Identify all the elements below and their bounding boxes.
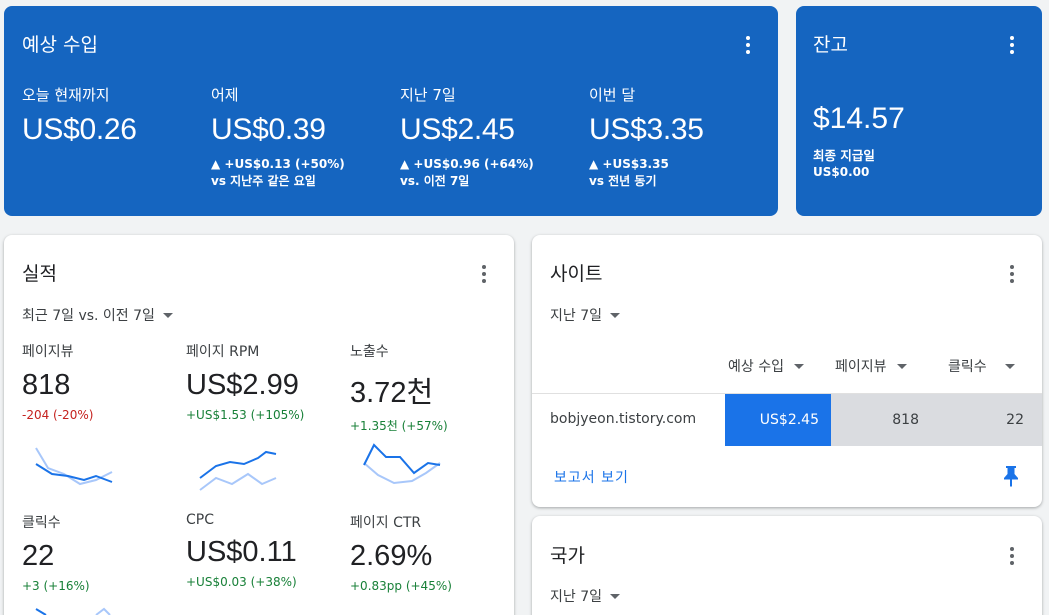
balance-card: 잔고 $14.57 최종 지급일 US$0.00 — [796, 6, 1042, 216]
chevron-down-icon — [610, 593, 620, 599]
sort-caret-icon — [793, 363, 804, 369]
current-period-line — [35, 608, 47, 615]
chevron-down-icon — [610, 312, 620, 318]
metric-delta: +US$1.53 (+105%) — [186, 408, 305, 422]
earnings-yesterday-value: US$0.39 — [211, 113, 326, 146]
metric-label: 페이지뷰 — [22, 344, 74, 360]
sort-caret-icon — [896, 363, 907, 369]
previous-period-line — [95, 607, 111, 615]
metric-label: CPC — [186, 512, 214, 528]
countries-range-dropdown[interactable]: 지난 7일 — [550, 586, 620, 606]
earnings-this-month: 이번 달 US$3.35 ▲ +US$3.35 vs 전년 동기 — [589, 84, 774, 190]
earnings-today-value: US$0.26 — [22, 113, 137, 146]
page-rpm-sparkline — [199, 450, 277, 491]
performance-range-dropdown[interactable]: 최근 7일 vs. 이전 7일 — [22, 305, 173, 325]
last-payment-amount: US$0.00 — [813, 165, 870, 179]
metric-label: 클릭수 — [22, 515, 61, 531]
metric-value: US$2.99 — [186, 369, 299, 401]
column-header-label: 클릭수 — [948, 359, 987, 375]
site-clicks-cell: 22 — [931, 394, 1042, 446]
earnings-more-icon[interactable] — [742, 34, 754, 56]
metric-page-ctr[interactable]: 페이지 CTR 2.69% +0.83pp (+45%) — [350, 512, 505, 593]
column-header-label: 예상 수입 — [728, 359, 784, 375]
metric-clicks[interactable]: 클릭수 22 +3 (+16%) — [22, 512, 177, 593]
metric-page-rpm[interactable]: 페이지 RPM US$2.99 +US$1.53 (+105%) — [186, 341, 341, 422]
sites-title: 사이트 — [550, 263, 603, 285]
earnings-month-label: 이번 달 — [589, 86, 636, 104]
impressions-sparkline — [363, 443, 441, 485]
column-header-pageviews[interactable]: 페이지뷰 — [835, 356, 907, 376]
countries-more-icon[interactable] — [1006, 545, 1018, 567]
earnings-last-7-days: 지난 7일 US$2.45 ▲ +US$0.96 (+64%) vs. 이전 7… — [400, 84, 585, 190]
metric-delta: +3 (+16%) — [22, 579, 90, 593]
current-period-line — [363, 443, 441, 475]
sites-range-dropdown[interactable]: 지난 7일 — [550, 305, 620, 325]
earnings-7d-label: 지난 7일 — [400, 86, 456, 104]
performance-more-icon[interactable] — [478, 263, 490, 285]
column-header-earnings[interactable]: 예상 수입 — [728, 356, 804, 376]
metric-value: 22 — [22, 540, 55, 572]
view-report-link[interactable]: 보고서 보기 — [554, 467, 629, 487]
pageviews-sparkline — [35, 447, 113, 486]
earnings-month-delta: ▲ +US$3.35 — [589, 157, 669, 171]
earnings-7d-delta: ▲ +US$0.96 (+64%) — [400, 157, 534, 171]
metric-value: 818 — [22, 369, 71, 401]
current-period-line — [199, 450, 277, 479]
site-earnings-cell: US$2.45 — [725, 394, 831, 446]
metric-delta: +US$0.03 (+38%) — [186, 575, 297, 589]
metric-label: 페이지 RPM — [186, 344, 260, 360]
earnings-7d-compare: vs. 이전 7일 — [400, 174, 470, 188]
clicks-sparkline — [35, 607, 111, 615]
metric-value: US$0.11 — [186, 536, 297, 568]
metric-delta: +0.83pp (+45%) — [350, 579, 452, 593]
earnings-today: 오늘 현재까지 US$0.26 — [22, 84, 207, 147]
metric-label: 페이지 CTR — [350, 515, 422, 531]
pin-icon[interactable] — [1002, 464, 1020, 488]
earnings-month-compare: vs 전년 동기 — [589, 174, 657, 188]
previous-period-line — [363, 462, 441, 485]
performance-range-label: 최근 7일 vs. 이전 7일 — [22, 308, 155, 324]
site-name[interactable]: bobjyeon.tistory.com — [550, 411, 696, 427]
metric-delta: +1.35천 (+57%) — [350, 419, 448, 433]
metric-pageviews[interactable]: 페이지뷰 818 -204 (-20%) — [22, 341, 177, 422]
earnings-title: 예상 수입 — [22, 34, 98, 56]
earnings-yesterday-compare: vs 지난주 같은 요일 — [211, 174, 316, 188]
metric-delta: -204 (-20%) — [22, 408, 94, 422]
sites-more-icon[interactable] — [1006, 263, 1018, 285]
metric-label: 노출수 — [350, 344, 389, 360]
earnings-yesterday-label: 어제 — [211, 86, 239, 104]
earnings-today-label: 오늘 현재까지 — [22, 86, 110, 104]
chevron-down-icon — [162, 312, 173, 318]
last-payment-label: 최종 지급일 — [813, 148, 875, 163]
estimated-earnings-card: 예상 수입 오늘 현재까지 US$0.26 어제 US$0.39 ▲ +US$0… — [4, 6, 778, 216]
column-header-clicks[interactable]: 클릭수 — [948, 356, 1015, 376]
site-pageviews-cell: 818 — [831, 394, 931, 446]
metric-cpc[interactable]: CPC US$0.11 +US$0.03 (+38%) — [186, 512, 341, 589]
earnings-7d-value: US$2.45 — [400, 113, 515, 146]
countries-range-label: 지난 7일 — [550, 589, 602, 605]
balance-title: 잔고 — [813, 34, 848, 56]
balance-more-icon[interactable] — [1006, 34, 1018, 56]
performance-card: 실적 최근 7일 vs. 이전 7일 페이지뷰 818 -204 (-20%) … — [4, 235, 514, 615]
performance-title: 실적 — [22, 263, 57, 285]
metric-value: 3.72천 — [350, 377, 434, 409]
earnings-yesterday-delta: ▲ +US$0.13 (+50%) — [211, 157, 345, 171]
previous-period-line — [199, 472, 277, 491]
sites-range-label: 지난 7일 — [550, 308, 602, 324]
earnings-yesterday: 어제 US$0.39 ▲ +US$0.13 (+50%) vs 지난주 같은 요… — [211, 84, 396, 190]
sort-caret-icon — [1004, 363, 1015, 369]
metric-value: 2.69% — [350, 540, 433, 572]
balance-value: $14.57 — [813, 102, 905, 135]
countries-title: 국가 — [550, 545, 585, 567]
earnings-month-value: US$3.35 — [589, 113, 704, 146]
column-header-label: 페이지뷰 — [835, 359, 887, 375]
metric-impressions[interactable]: 노출수 3.72천 +1.35천 (+57%) — [350, 341, 505, 434]
